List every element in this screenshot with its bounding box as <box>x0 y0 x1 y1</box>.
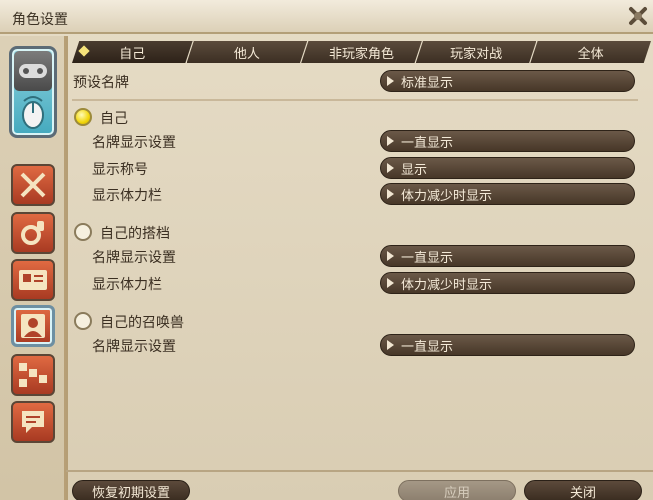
preset-dropdown[interactable]: 标准显示 <box>380 70 635 92</box>
tab-all[interactable]: 全体 <box>530 41 651 63</box>
hp-bar-dropdown[interactable]: 体力减少时显示 <box>380 183 635 205</box>
tab-label: 玩家对战 <box>450 46 503 62</box>
nameplate-display-dropdown[interactable]: 一直显示 <box>380 130 635 152</box>
tab-bar: 自己 他人 非玩家角色 玩家对战 全体 <box>72 41 651 63</box>
title-bar: 角色设置 <box>0 0 653 34</box>
dropdown-value: 一直显示 <box>401 250 454 266</box>
row-label: 名牌显示设置 <box>92 339 176 355</box>
close-icon[interactable] <box>626 4 650 28</box>
button-label: 关闭 <box>569 485 596 500</box>
chat-bubble-icon[interactable] <box>11 401 55 443</box>
row-label: 显示称号 <box>92 162 148 178</box>
dropdown-value: 标准显示 <box>401 75 454 91</box>
dropdown-arrow-icon <box>387 76 394 86</box>
tab-self[interactable]: 自己 <box>72 41 193 63</box>
radio-partner[interactable] <box>74 223 92 241</box>
footer-divider <box>66 470 653 472</box>
tab-label: 非玩家角色 <box>328 46 394 62</box>
radio-summon[interactable] <box>74 312 92 330</box>
character-settings-window: 角色设置 自己 他人 非玩家角色 玩家对战 全体 预设名牌 标准显示 自己 名牌… <box>0 0 653 500</box>
row-label: 名牌显示设置 <box>92 250 176 266</box>
window-title: 角色设置 <box>12 12 68 28</box>
tab-label: 他人 <box>233 46 260 62</box>
row-label: 名牌显示设置 <box>92 135 176 151</box>
tab-pvp[interactable]: 玩家对战 <box>415 41 537 63</box>
dropdown-value: 一直显示 <box>401 339 454 355</box>
dropdown-value: 显示 <box>401 162 428 178</box>
dropdown-value: 体力减少时显示 <box>401 277 493 293</box>
section-title: 自己 <box>100 111 128 127</box>
hud-layout-icon[interactable] <box>11 354 55 396</box>
title-display-dropdown[interactable]: 显示 <box>380 157 635 179</box>
category-sidebar <box>0 36 66 500</box>
gear-potion-icon[interactable] <box>11 212 55 254</box>
dropdown-arrow-icon <box>387 278 394 288</box>
apply-button[interactable]: 应用 <box>398 480 516 500</box>
row-label: 显示体力栏 <box>92 277 162 293</box>
portrait-icon[interactable] <box>11 305 55 347</box>
tab-label: 全体 <box>577 46 604 62</box>
dropdown-value: 体力减少时显示 <box>401 188 493 204</box>
dropdown-arrow-icon <box>387 189 394 199</box>
partner-hp-bar-dropdown[interactable]: 体力减少时显示 <box>380 272 635 294</box>
dropdown-arrow-icon <box>387 251 394 261</box>
preset-label: 预设名牌 <box>73 75 129 91</box>
dropdown-value: 一直显示 <box>401 135 454 151</box>
gamepad-icon[interactable] <box>14 51 52 91</box>
tab-npc[interactable]: 非玩家角色 <box>301 41 422 63</box>
row-label: 显示体力栏 <box>92 188 162 204</box>
reset-defaults-button[interactable]: 恢复初期设置 <box>72 480 190 500</box>
input-device-panel <box>9 46 57 138</box>
summon-nameplate-dropdown[interactable]: 一直显示 <box>380 334 635 356</box>
sidebar-divider <box>66 36 68 500</box>
dropdown-arrow-icon <box>387 136 394 146</box>
tab-label: 自己 <box>119 46 146 62</box>
button-label: 恢复初期设置 <box>91 485 170 500</box>
divider <box>72 99 638 101</box>
section-title: 自己的搭档 <box>100 226 170 242</box>
crossed-swords-icon[interactable] <box>11 164 55 206</box>
close-button[interactable]: 关闭 <box>524 480 642 500</box>
dropdown-arrow-icon <box>387 163 394 173</box>
button-label: 应用 <box>443 485 470 500</box>
radio-self[interactable] <box>74 108 92 126</box>
tab-others[interactable]: 他人 <box>186 41 308 63</box>
dropdown-arrow-icon <box>387 340 394 350</box>
partner-nameplate-dropdown[interactable]: 一直显示 <box>380 245 635 267</box>
mouse-icon[interactable] <box>14 93 52 133</box>
section-title: 自己的召唤兽 <box>100 315 184 331</box>
id-card-icon[interactable] <box>11 259 55 301</box>
